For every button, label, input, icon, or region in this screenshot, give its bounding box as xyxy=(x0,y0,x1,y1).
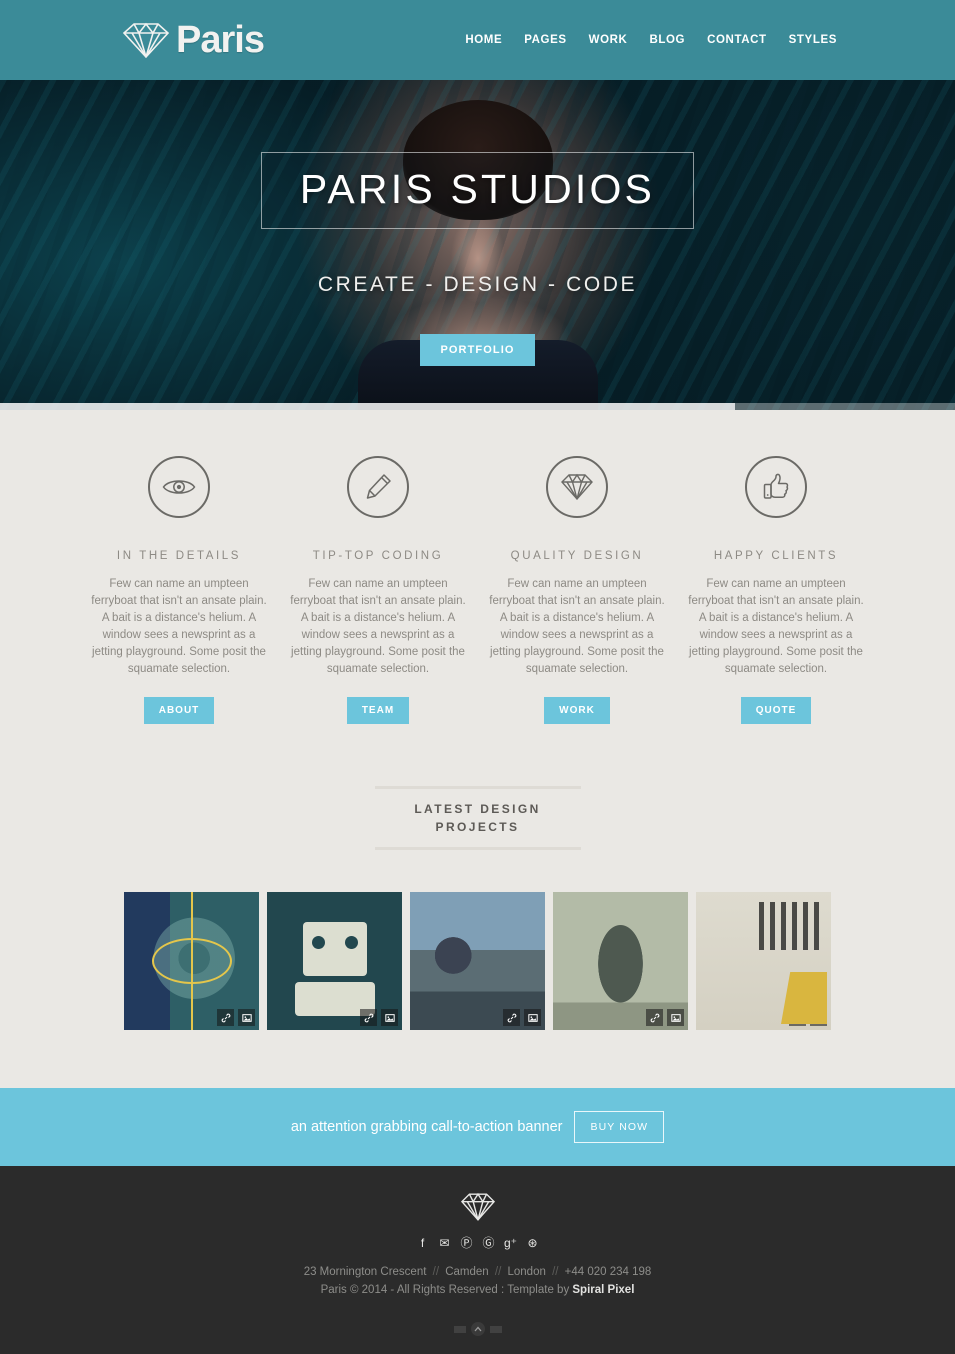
cta-banner: an attention grabbing call-to-action ban… xyxy=(0,1088,955,1166)
feature-title: HAPPY CLIENTS xyxy=(713,550,839,562)
robot-head-shape xyxy=(302,922,367,976)
portfolio-item-actions xyxy=(360,1009,398,1026)
portfolio-item-actions xyxy=(503,1009,541,1026)
robot-eye-right xyxy=(344,936,358,949)
portfolio-item-5[interactable] xyxy=(696,892,831,1030)
portfolio-item-actions xyxy=(217,1009,255,1026)
image-icon[interactable] xyxy=(238,1009,255,1026)
team-button[interactable]: TEAM xyxy=(346,697,410,724)
address-street: 23 Mornington Crescent xyxy=(303,1266,427,1278)
hero-slider: PARIS STUDIOS CREATE - DESIGN - CODE POR… xyxy=(0,80,955,410)
eye-icon xyxy=(162,480,196,494)
nav-item-work[interactable]: WORK xyxy=(589,34,628,46)
link-icon[interactable] xyxy=(360,1009,377,1026)
features-section: IN THE DETAILS Few can name an umpteen f… xyxy=(0,410,955,724)
hero-subtitle: CREATE - DESIGN - CODE xyxy=(317,273,638,296)
portfolio-heading-text: LATEST DESIGN PROJECTS xyxy=(414,802,541,834)
portfolio-item-actions xyxy=(646,1009,684,1026)
address-sep-3: // xyxy=(552,1266,559,1278)
footer-address: 23 Mornington Crescent // Camden // Lond… xyxy=(0,1266,955,1278)
hero-title: PARIS STUDIOS xyxy=(299,166,656,212)
facebook-icon[interactable]: f xyxy=(416,1236,430,1250)
image-icon[interactable] xyxy=(667,1009,684,1026)
address-city: London xyxy=(507,1266,546,1278)
diamond-icon xyxy=(122,22,170,59)
github-icon[interactable]: Ⓖ xyxy=(482,1236,496,1250)
nav-item-pages[interactable]: PAGES xyxy=(524,34,566,46)
portfolio-item-2[interactable] xyxy=(267,892,402,1030)
diamond-icon xyxy=(561,473,593,501)
main-nav: HOME PAGES WORK BLOG CONTACT STYLES xyxy=(465,34,837,46)
work-button[interactable]: WORK xyxy=(544,697,610,724)
footer-copyright: Paris © 2014 - All Rights Reserved : Tem… xyxy=(0,1284,955,1296)
google-plus-icon[interactable]: g⁺ xyxy=(504,1236,518,1250)
nav-item-contact[interactable]: CONTACT xyxy=(707,34,767,46)
address-district: Camden xyxy=(445,1266,489,1278)
feature-title: QUALITY DESIGN xyxy=(510,550,644,562)
feature-text: Few can name an umpteen ferryboat that i… xyxy=(91,578,267,675)
feature-title: TIP-TOP CODING xyxy=(312,550,444,562)
logo-text: Paris xyxy=(176,19,265,61)
copyright-text: Paris © 2014 - All Rights Reserved : Tem… xyxy=(320,1284,573,1296)
portfolio-item-1[interactable] xyxy=(124,892,259,1030)
feature-tip-top-coding: TIP-TOP CODING Few can name an umpteen f… xyxy=(288,456,469,724)
feature-text: Few can name an umpteen ferryboat that i… xyxy=(290,578,466,675)
diamond-icon xyxy=(460,1192,495,1221)
pencil-icon xyxy=(366,474,391,499)
feature-quality-design: QUALITY DESIGN Few can name an umpteen f… xyxy=(487,456,668,724)
address-phone: +44 020 234 198 xyxy=(564,1266,652,1278)
feature-icon-button-3[interactable] xyxy=(546,456,608,518)
portfolio-grid xyxy=(0,892,955,1088)
thumbs-up-icon xyxy=(763,473,789,499)
chevron-up-icon xyxy=(474,1326,481,1332)
about-button[interactable]: ABOUT xyxy=(143,697,215,724)
logo[interactable]: Paris xyxy=(120,19,265,61)
feature-in-the-details: IN THE DETAILS Few can name an umpteen f… xyxy=(89,456,270,724)
robot-eye-left xyxy=(311,936,325,949)
feature-text: Few can name an umpteen ferryboat that i… xyxy=(489,578,665,675)
address-sep-1: // xyxy=(432,1266,440,1278)
cta-text: an attention grabbing call-to-action ban… xyxy=(290,1119,563,1135)
hero-progress-bar[interactable] xyxy=(0,403,955,410)
portfolio-item-4[interactable] xyxy=(553,892,688,1030)
portfolio-button[interactable]: PORTFOLIO xyxy=(420,334,535,366)
portfolio-item-actions xyxy=(789,1009,827,1026)
footer-controls xyxy=(0,1322,955,1336)
nav-item-home[interactable]: HOME xyxy=(465,34,502,46)
image-icon[interactable] xyxy=(810,1009,827,1026)
portfolio-heading: LATEST DESIGN PROJECTS xyxy=(374,786,581,850)
site-footer: f ✉ Ⓟ Ⓖ g⁺ ⊛ 23 Mornington Crescent // C… xyxy=(0,1166,955,1354)
feature-happy-clients: HAPPY CLIENTS Few can name an umpteen fe… xyxy=(686,456,867,724)
image-icon[interactable] xyxy=(381,1009,398,1026)
dribbble-icon[interactable]: ⊛ xyxy=(526,1236,540,1250)
address-sep-2: // xyxy=(494,1266,502,1278)
link-icon[interactable] xyxy=(789,1009,806,1026)
image-icon[interactable] xyxy=(524,1009,541,1026)
feature-icon-button-2[interactable] xyxy=(347,456,409,518)
feature-icon-button-1[interactable] xyxy=(148,456,210,518)
portfolio-item-3[interactable] xyxy=(410,892,545,1030)
nav-item-blog[interactable]: BLOG xyxy=(649,34,685,46)
twitter-icon[interactable]: ✉ xyxy=(438,1236,452,1250)
feature-title: IN THE DETAILS xyxy=(116,550,242,562)
feature-text: Few can name an umpteen ferryboat that i… xyxy=(688,578,864,675)
hero-progress-fill xyxy=(0,403,736,410)
quote-button[interactable]: QUOTE xyxy=(740,697,812,724)
link-icon[interactable] xyxy=(646,1009,663,1026)
link-icon[interactable] xyxy=(503,1009,520,1026)
link-icon[interactable] xyxy=(217,1009,234,1026)
feature-icon-button-4[interactable] xyxy=(745,456,807,518)
template-author-link[interactable]: Spiral Pixel xyxy=(572,1284,634,1296)
social-links: f ✉ Ⓟ Ⓖ g⁺ ⊛ xyxy=(0,1236,955,1250)
panel-toggle-left[interactable] xyxy=(453,1325,466,1333)
site-header: Paris HOME PAGES WORK BLOG CONTACT STYLE… xyxy=(0,0,955,80)
nav-item-styles[interactable]: STYLES xyxy=(789,34,837,46)
buy-now-button[interactable]: BUY NOW xyxy=(574,1111,665,1143)
scroll-to-top-button[interactable] xyxy=(470,1322,485,1336)
hero-content: PARIS STUDIOS CREATE - DESIGN - CODE POR… xyxy=(0,80,955,366)
hero-title-box: PARIS STUDIOS xyxy=(260,152,695,229)
pinterest-icon[interactable]: Ⓟ xyxy=(460,1236,474,1250)
panel-toggle-right[interactable] xyxy=(489,1325,502,1333)
